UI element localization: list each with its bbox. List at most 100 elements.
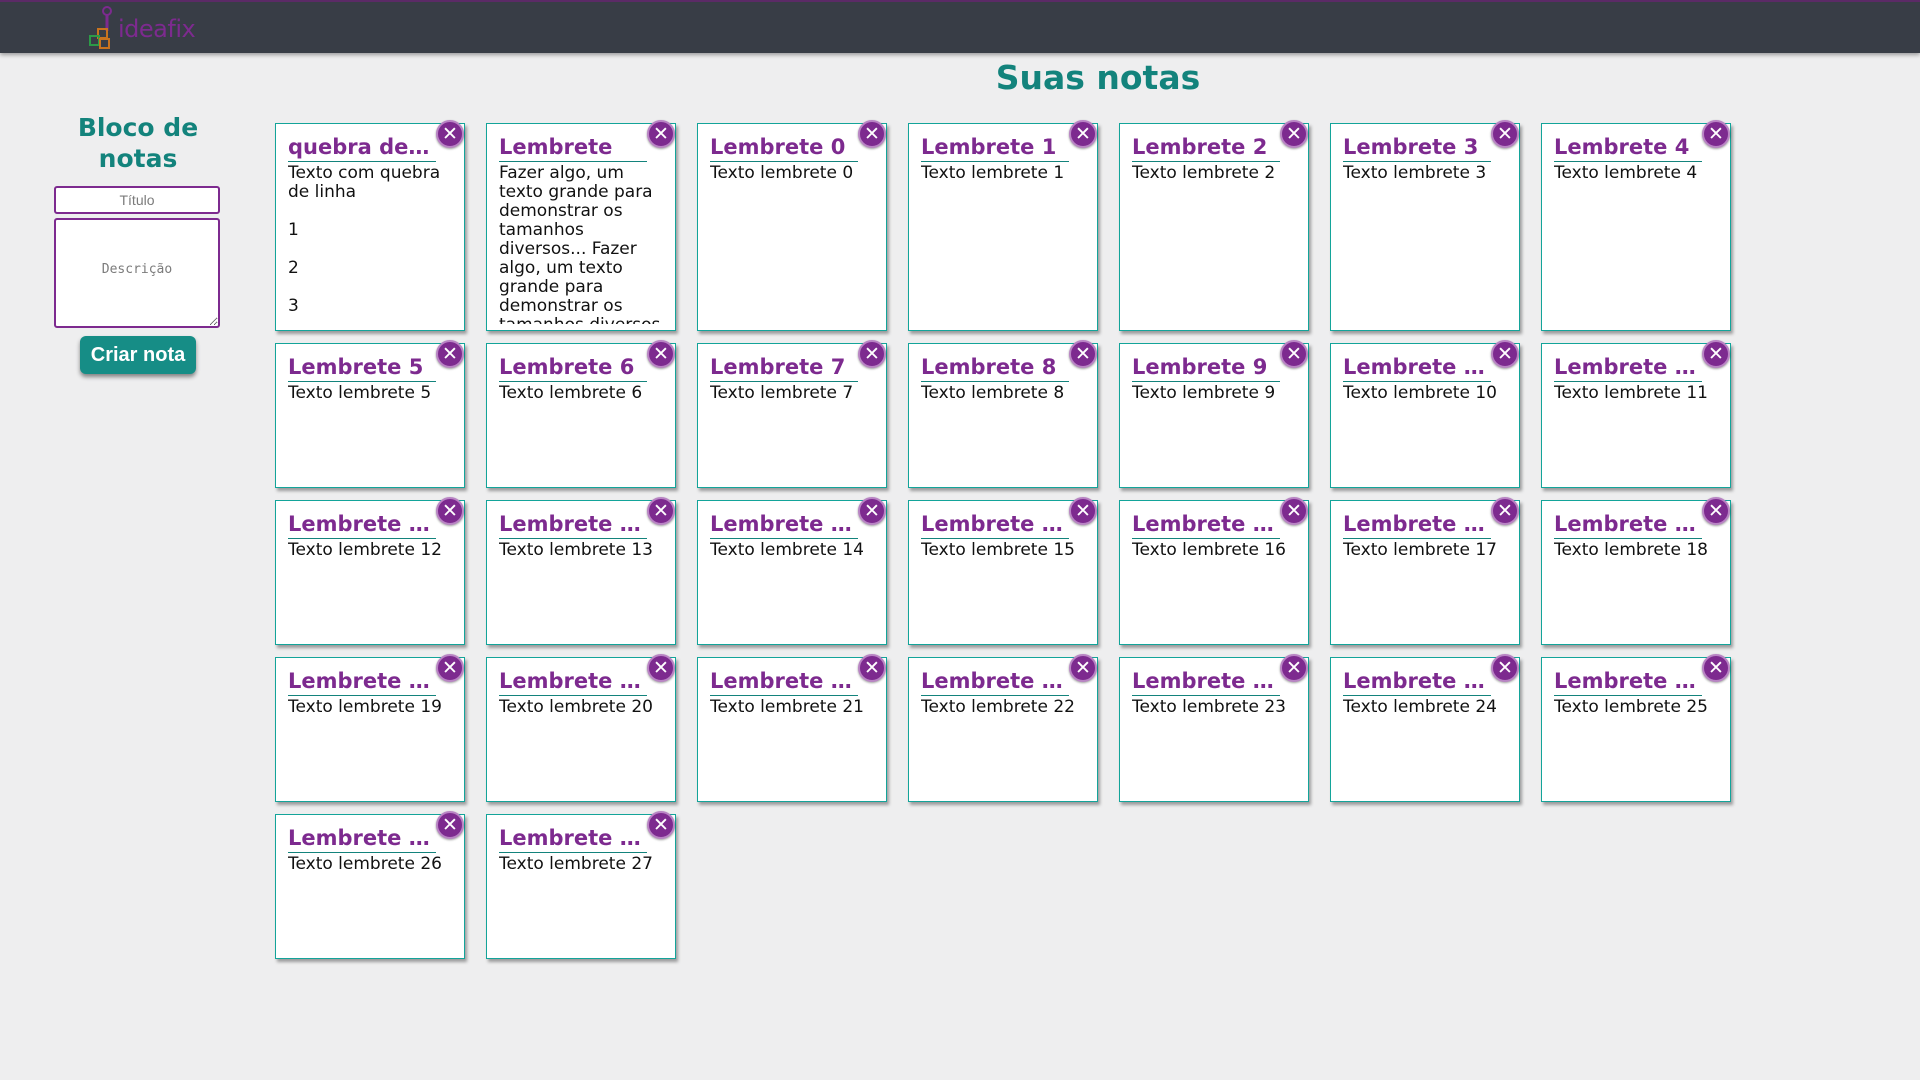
note-title: Lembrete 10	[1343, 354, 1491, 382]
delete-note-button[interactable]: ✕	[647, 811, 675, 839]
app-logo[interactable]: ideafix	[84, 5, 224, 51]
note-text: Texto lembrete 5	[288, 384, 432, 403]
note-title: Lembrete 14	[710, 511, 858, 539]
note-card: Lembrete 24 Texto lembrete 24 ✕	[1330, 654, 1520, 802]
note-text: Texto lembrete 2	[1132, 164, 1276, 183]
delete-note-button[interactable]: ✕	[647, 497, 675, 525]
delete-note-button[interactable]: ✕	[858, 340, 886, 368]
note-text: Texto lembrete 0	[710, 164, 854, 183]
page-title: Suas notas	[995, 58, 1201, 97]
note-card: Lembrete 14 Texto lembrete 14 ✕	[697, 497, 887, 645]
delete-note-button[interactable]: ✕	[1491, 120, 1519, 148]
note-form: Bloco de notas Criar nota	[54, 112, 222, 374]
delete-note-button[interactable]: ✕	[858, 497, 886, 525]
delete-note-button[interactable]: ✕	[1491, 340, 1519, 368]
delete-note-button[interactable]: ✕	[858, 654, 886, 682]
note-text: Texto lembrete 7	[710, 384, 854, 403]
note-card: Lembrete 27 Texto lembrete 27 ✕	[486, 811, 676, 959]
note-card: Lembrete 21 Texto lembrete 21 ✕	[697, 654, 887, 802]
delete-note-button[interactable]: ✕	[647, 120, 675, 148]
note-title: Lembrete 8	[921, 354, 1069, 382]
note-card: Lembrete 9 Texto lembrete 9 ✕	[1119, 340, 1309, 488]
note-text: Texto lembrete 6	[499, 384, 643, 403]
note-title: Lembrete 1	[921, 134, 1069, 162]
delete-note-button[interactable]: ✕	[1069, 654, 1097, 682]
note-text: Texto lembrete 21	[710, 698, 864, 717]
logo-text: ideafix	[118, 15, 196, 43]
delete-note-button[interactable]: ✕	[647, 340, 675, 368]
note-text: Texto lembrete 3	[1343, 164, 1487, 183]
note-card: Lembrete 11 Texto lembrete 11 ✕	[1541, 340, 1731, 488]
delete-note-button[interactable]: ✕	[436, 497, 464, 525]
note-title: Lembrete 26	[288, 825, 436, 853]
delete-note-button[interactable]: ✕	[436, 811, 464, 839]
note-text: Texto lembrete 19	[288, 698, 442, 717]
delete-note-button[interactable]: ✕	[1280, 120, 1308, 148]
note-title: Lembrete 21	[710, 668, 858, 696]
delete-note-button[interactable]: ✕	[1702, 654, 1730, 682]
note-title: quebra de linha	[288, 134, 436, 162]
note-title: Lembrete 13	[499, 511, 647, 539]
note-card: Lembrete 10 Texto lembrete 10 ✕	[1330, 340, 1520, 488]
note-card: Lembrete 18 Texto lembrete 18 ✕	[1541, 497, 1731, 645]
note-text: Texto lembrete 23	[1132, 698, 1286, 717]
note-text: Texto lembrete 10	[1343, 384, 1497, 403]
description-input[interactable]	[54, 218, 220, 328]
note-title: Lembrete 19	[288, 668, 436, 696]
title-input[interactable]	[54, 186, 220, 214]
note-title: Lembrete 0	[710, 134, 858, 162]
note-card: Lembrete 20 Texto lembrete 20 ✕	[486, 654, 676, 802]
note-title: Lembrete 4	[1554, 134, 1702, 162]
delete-note-button[interactable]: ✕	[1491, 497, 1519, 525]
note-text: Texto lembrete 25	[1554, 698, 1708, 717]
note-text: Texto lembrete 11	[1554, 384, 1708, 403]
note-card: quebra de linhaTexto com quebra de linha…	[275, 120, 465, 331]
delete-note-button[interactable]: ✕	[1069, 497, 1097, 525]
create-note-button[interactable]: Criar nota	[80, 336, 196, 374]
note-text: Texto lembrete 17	[1343, 541, 1497, 560]
delete-note-button[interactable]: ✕	[647, 654, 675, 682]
note-title: Lembrete 6	[499, 354, 647, 382]
note-title: Lembrete 2	[1132, 134, 1280, 162]
note-card: Lembrete 3 Texto lembrete 3 ✕	[1330, 120, 1520, 331]
note-title: Lembrete 22	[921, 668, 1069, 696]
delete-note-button[interactable]: ✕	[1280, 654, 1308, 682]
note-text: Texto lembrete 14	[710, 541, 864, 560]
note-card: Lembrete 25 Texto lembrete 25 ✕	[1541, 654, 1731, 802]
note-title: Lembrete 12	[288, 511, 436, 539]
delete-note-button[interactable]: ✕	[436, 120, 464, 148]
note-text: Texto lembrete 27	[499, 855, 653, 874]
delete-note-button[interactable]: ✕	[1280, 497, 1308, 525]
delete-note-button[interactable]: ✕	[436, 654, 464, 682]
delete-note-button[interactable]: ✕	[1069, 120, 1097, 148]
note-text: Texto lembrete 15	[921, 541, 1075, 560]
note-title: Lembrete 11	[1554, 354, 1702, 382]
sidebar-title: Bloco de notas	[77, 113, 199, 173]
note-title: Lembrete 24	[1343, 668, 1491, 696]
delete-note-button[interactable]: ✕	[1280, 340, 1308, 368]
note-card: Lembrete 17 Texto lembrete 17 ✕	[1330, 497, 1520, 645]
note-title: Lembrete 5	[288, 354, 436, 382]
note-card: Lembrete 2 Texto lembrete 2 ✕	[1119, 120, 1309, 331]
delete-note-button[interactable]: ✕	[858, 120, 886, 148]
delete-note-button[interactable]: ✕	[1491, 654, 1519, 682]
note-text: Texto lembrete 16	[1132, 541, 1286, 560]
note-card: Lembrete 19 Texto lembrete 19 ✕	[275, 654, 465, 802]
delete-note-button[interactable]: ✕	[1702, 497, 1730, 525]
note-card: Lembrete 26 Texto lembrete 26 ✕	[275, 811, 465, 959]
note-title: Lembrete 17	[1343, 511, 1491, 539]
note-title: Lembrete 20	[499, 668, 647, 696]
notes-grid: quebra de linhaTexto com quebra de linha…	[275, 120, 1731, 959]
note-text: Texto lembrete 24	[1343, 698, 1497, 717]
note-card: Lembrete 23 Texto lembrete 23 ✕	[1119, 654, 1309, 802]
note-card: Lembrete 4 Texto lembrete 4 ✕	[1541, 120, 1731, 331]
note-text: Texto lembrete 4	[1554, 164, 1698, 183]
delete-note-button[interactable]: ✕	[1069, 340, 1097, 368]
delete-note-button[interactable]: ✕	[1702, 340, 1730, 368]
note-card: Lembrete 0 Texto lembrete 0 ✕	[697, 120, 887, 331]
delete-note-button[interactable]: ✕	[436, 340, 464, 368]
note-card: Lembrete 6 Texto lembrete 6 ✕	[486, 340, 676, 488]
delete-note-button[interactable]: ✕	[1702, 120, 1730, 148]
note-text: Texto lembrete 22	[921, 698, 1075, 717]
note-card: Lembrete 22 Texto lembrete 22 ✕	[908, 654, 1098, 802]
